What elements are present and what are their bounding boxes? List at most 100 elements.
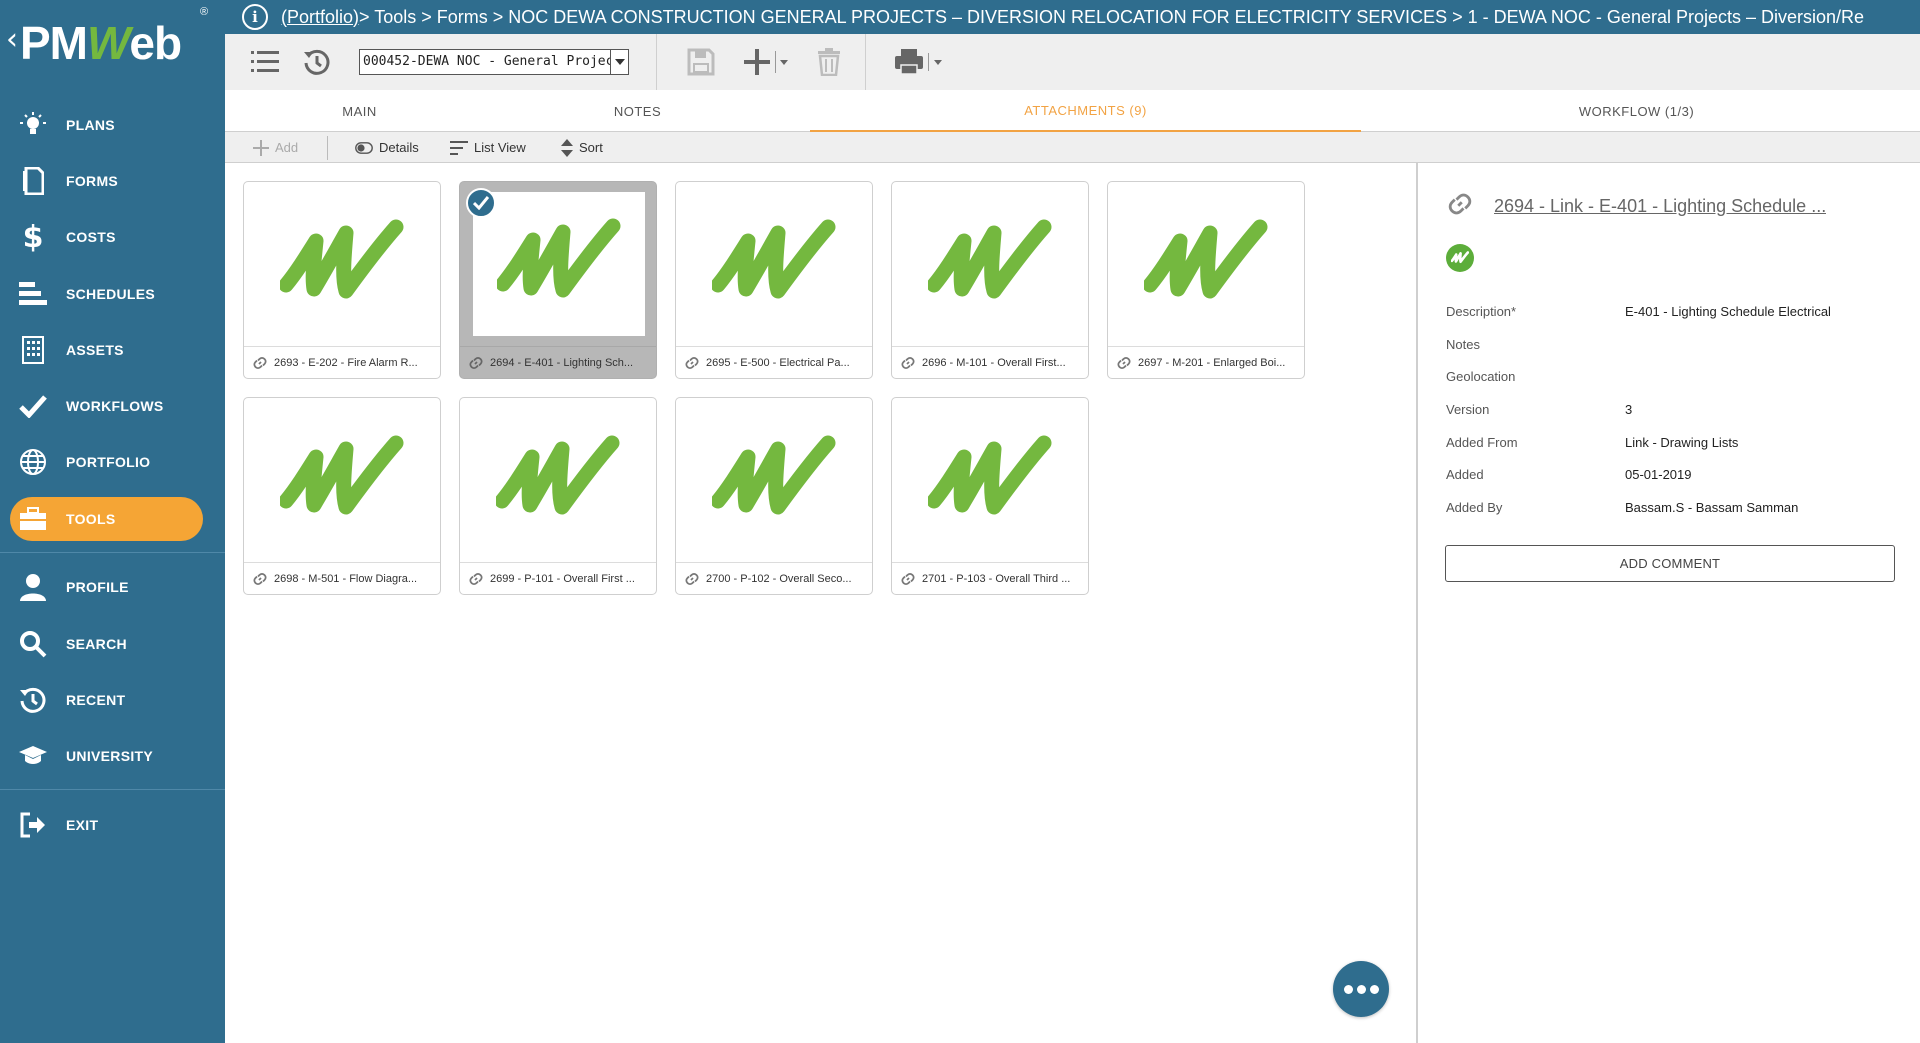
breadcrumb-path: > Tools > Forms > NOC DEWA CONSTRUCTION … bbox=[359, 6, 1865, 27]
sidebar-item-forms[interactable]: FORMS bbox=[0, 159, 225, 203]
pmweb-badge-icon bbox=[1446, 244, 1474, 272]
sidebar-item-workflows[interactable]: WORKFLOWS bbox=[0, 384, 225, 428]
sidebar-item-schedules[interactable]: SCHEDULES bbox=[0, 272, 225, 316]
tab-attachments[interactable]: ATTACHMENTS (9) bbox=[810, 90, 1361, 132]
add-label: Add bbox=[275, 140, 299, 155]
attachment-caption: 2700 - P-102 - Overall Seco... bbox=[676, 562, 872, 594]
sidebar: ‹ PMWeb ® PLANS FORMS $ COSTS SCHEDULES bbox=[0, 0, 225, 1043]
attachment-card[interactable]: 2696 - M-101 - Overall First... bbox=[891, 181, 1089, 379]
sidebar-item-label: ASSETS bbox=[66, 342, 124, 358]
building-icon bbox=[0, 336, 66, 364]
more-actions-button[interactable] bbox=[1333, 961, 1389, 1017]
attachment-caption: 2699 - P-101 - Overall First ... bbox=[460, 562, 656, 594]
app-window: ‹ PMWeb ® PLANS FORMS $ COSTS SCHEDULES bbox=[0, 0, 1920, 1043]
history-icon bbox=[0, 686, 66, 714]
selected-check-icon[interactable] bbox=[466, 188, 496, 218]
attachments-toolbar: Add Details List View Sort bbox=[225, 132, 1920, 163]
sidebar-item-recent[interactable]: RECENT bbox=[0, 678, 225, 722]
sidebar-item-costs[interactable]: $ COSTS bbox=[0, 215, 225, 259]
history-button[interactable] bbox=[299, 44, 335, 80]
more-dots-icon bbox=[1369, 984, 1379, 994]
attachment-card[interactable]: 2701 - P-103 - Overall Third ... bbox=[891, 397, 1089, 595]
subbar-divider bbox=[327, 136, 328, 160]
record-select[interactable]: 000452-DEWA NOC - General Project bbox=[359, 49, 629, 75]
sidebar-item-label: SCHEDULES bbox=[66, 286, 156, 302]
tab-bar: MAIN NOTES ATTACHMENTS (9) WORKFLOW (1/3… bbox=[225, 90, 1920, 132]
globe-icon bbox=[0, 448, 66, 476]
logo[interactable]: ‹ PMWeb ® bbox=[0, 0, 225, 80]
sidebar-item-university[interactable]: UNIVERSITY bbox=[0, 734, 225, 778]
attachment-card[interactable]: 2697 - M-201 - Enlarged Boi... bbox=[1107, 181, 1305, 379]
attachment-caption: 2696 - M-101 - Overall First... bbox=[892, 346, 1088, 378]
details-row-notes: Notes bbox=[1446, 337, 1896, 357]
attachment-card[interactable]: 2699 - P-101 - Overall First ... bbox=[459, 397, 657, 595]
tab-workflow[interactable]: WORKFLOW (1/3) bbox=[1361, 90, 1912, 132]
sidebar-item-portfolio[interactable]: PORTFOLIO bbox=[0, 440, 225, 484]
attachment-caption: 2701 - P-103 - Overall Third ... bbox=[892, 562, 1088, 594]
delete-button[interactable] bbox=[814, 44, 844, 80]
attachment-card[interactable]: 2698 - M-501 - Flow Diagra... bbox=[243, 397, 441, 595]
sidebar-item-tools[interactable]: TOOLS bbox=[0, 497, 225, 541]
attachment-card[interactable]: 2700 - P-102 - Overall Seco... bbox=[675, 397, 873, 595]
sidebar-item-label: SEARCH bbox=[66, 636, 127, 652]
field-label: Added From bbox=[1446, 435, 1518, 450]
breadcrumb-bar: i (Portfolio) > Tools > Forms > NOC DEWA… bbox=[225, 0, 1920, 34]
checkmark-icon bbox=[0, 394, 66, 418]
more-dots-icon bbox=[1343, 984, 1353, 994]
sidebar-item-search[interactable]: SEARCH bbox=[0, 622, 225, 666]
pmweb-w-logo-icon bbox=[280, 219, 404, 299]
attachment-details-panel: 2694 - Link - E-401 - Lighting Schedule … bbox=[1416, 163, 1920, 1043]
sort-icon bbox=[561, 138, 573, 157]
attachment-card[interactable]: 2693 - E-202 - Fire Alarm R... bbox=[243, 181, 441, 379]
sidebar-divider bbox=[0, 789, 225, 790]
gantt-icon bbox=[0, 282, 66, 306]
field-label: Added By bbox=[1446, 500, 1503, 515]
sidebar-divider bbox=[0, 552, 225, 553]
sidebar-item-label: RECENT bbox=[66, 692, 126, 708]
history-icon bbox=[304, 49, 330, 75]
list-view-button[interactable]: List View bbox=[450, 132, 526, 163]
sidebar-item-exit[interactable]: EXIT bbox=[0, 803, 225, 847]
pmweb-w-logo-icon bbox=[497, 218, 621, 298]
toggle-icon bbox=[355, 141, 373, 154]
list-button[interactable] bbox=[248, 44, 284, 80]
print-menu-button[interactable] bbox=[893, 44, 947, 80]
field-value: Bassam.S - Bassam Samman bbox=[1625, 500, 1799, 515]
breadcrumb-portfolio-link[interactable]: (Portfolio) bbox=[281, 7, 359, 28]
sidebar-item-label: EXIT bbox=[66, 817, 99, 833]
add-menu-button[interactable] bbox=[740, 44, 792, 80]
details-row-added-by: Added By Bassam.S - Bassam Samman bbox=[1446, 500, 1896, 520]
attachment-thumbnail bbox=[677, 183, 871, 347]
sidebar-item-profile[interactable]: PROFILE bbox=[0, 565, 225, 609]
attachment-card[interactable]: 2694 - E-401 - Lighting Sch... bbox=[459, 181, 657, 379]
details-title-link[interactable]: 2694 - Link - E-401 - Lighting Schedule … bbox=[1494, 196, 1826, 217]
sidebar-item-plans[interactable]: PLANS bbox=[0, 103, 225, 147]
details-toggle[interactable]: Details bbox=[355, 132, 419, 163]
toolbar-divider bbox=[865, 34, 866, 90]
add-attachment-button[interactable]: Add bbox=[253, 132, 298, 163]
sidebar-item-assets[interactable]: ASSETS bbox=[0, 328, 225, 372]
info-icon[interactable]: i bbox=[242, 4, 268, 30]
link-icon bbox=[468, 355, 484, 371]
add-icon bbox=[744, 49, 788, 75]
toolbox-icon bbox=[0, 507, 66, 531]
list-view-icon bbox=[450, 140, 468, 155]
tab-notes[interactable]: NOTES bbox=[494, 90, 781, 132]
add-comment-button[interactable]: ADD COMMENT bbox=[1445, 545, 1895, 582]
attachment-card[interactable]: 2695 - E-500 - Electrical Pa... bbox=[675, 181, 873, 379]
attachment-thumbnail bbox=[461, 399, 655, 563]
tab-main[interactable]: MAIN bbox=[225, 90, 494, 132]
exit-icon bbox=[0, 812, 66, 838]
details-row-added: Added 05-01-2019 bbox=[1446, 467, 1896, 487]
back-chevron-icon[interactable]: ‹ bbox=[6, 22, 18, 57]
attachment-caption: 2694 - E-401 - Lighting Sch... bbox=[460, 346, 656, 378]
field-label: Notes bbox=[1446, 337, 1480, 352]
sort-button[interactable]: Sort bbox=[561, 132, 603, 163]
link-icon bbox=[468, 571, 484, 587]
save-button[interactable] bbox=[684, 44, 718, 80]
toolbar-divider bbox=[656, 34, 657, 90]
link-icon bbox=[252, 571, 268, 587]
attachment-thumbnail bbox=[677, 399, 871, 563]
chevron-down-icon[interactable] bbox=[610, 50, 628, 74]
field-value: E-401 - Lighting Schedule Electrical bbox=[1625, 304, 1831, 319]
